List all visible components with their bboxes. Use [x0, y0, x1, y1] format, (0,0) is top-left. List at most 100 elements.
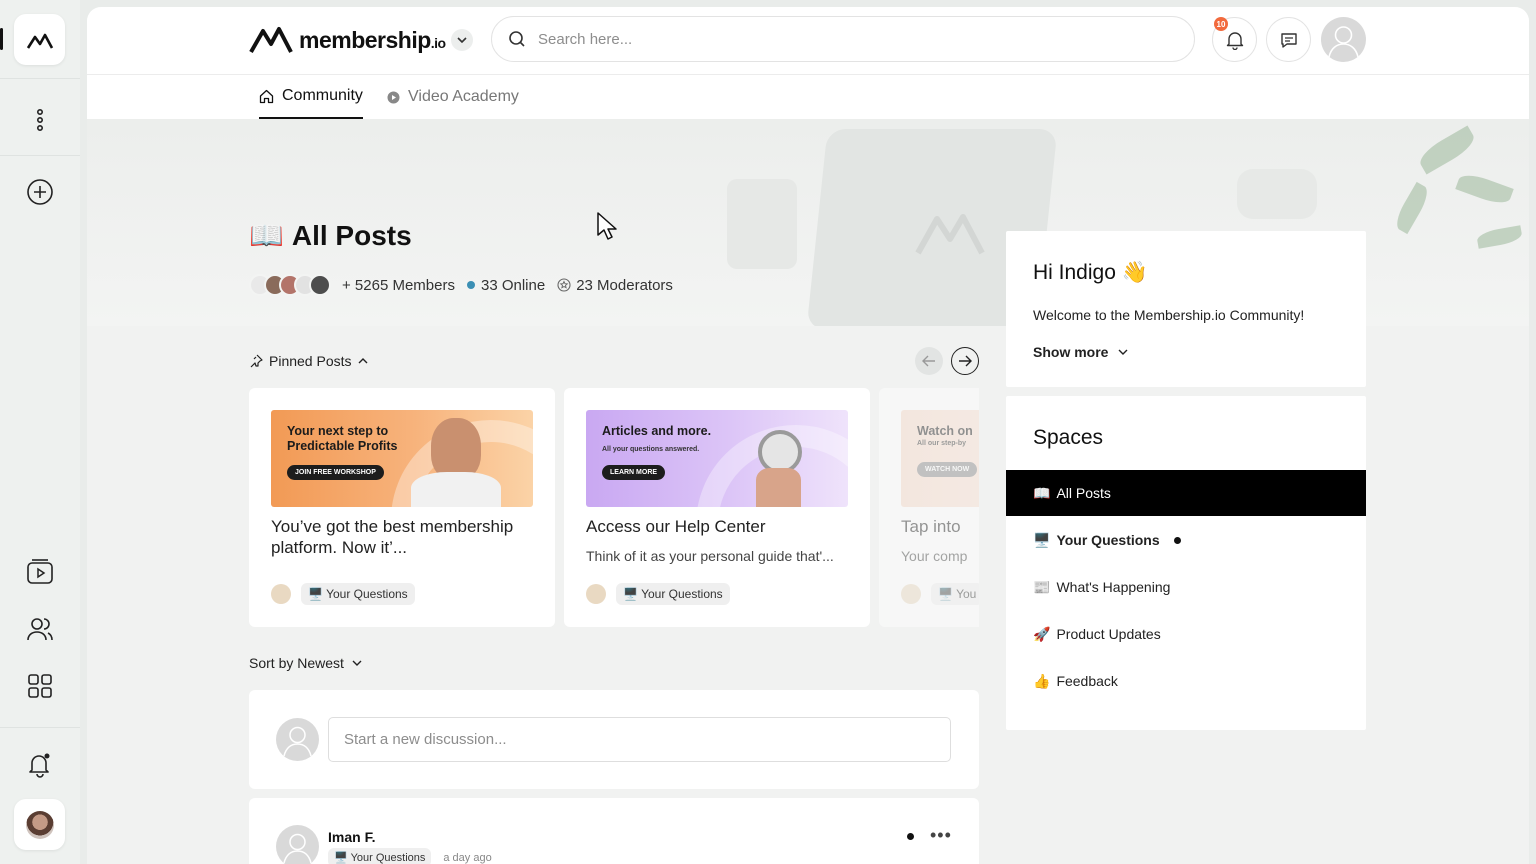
brand-name: membership.io: [299, 26, 446, 53]
author-avatar: [271, 584, 291, 604]
hero-background-shape: [1237, 169, 1317, 219]
rail-active-indicator: [0, 28, 3, 50]
greeting: Hi Indigo 👋: [1033, 261, 1148, 284]
book-icon: 📖: [249, 220, 284, 251]
banner-cta: JOIN FREE WORKSHOP: [287, 465, 384, 480]
rail-divider: [0, 727, 80, 728]
video-library-icon: [26, 558, 53, 584]
author-avatar: [901, 584, 921, 604]
welcome-card: Hi Indigo 👋 Welcome to the Membership.io…: [1006, 231, 1366, 387]
chat-icon: [1280, 32, 1297, 48]
arrow-left-icon: [922, 355, 935, 367]
rocket-icon: 🚀: [1033, 625, 1051, 642]
tab-label: Community: [282, 87, 363, 104]
plant-leaf: [1475, 225, 1524, 249]
pinned-posts-toggle[interactable]: Pinned Posts: [249, 353, 368, 369]
rail-add-button[interactable]: [14, 166, 65, 217]
tab-video-academy[interactable]: Video Academy: [387, 75, 519, 119]
users-icon: [26, 617, 53, 640]
show-more-button[interactable]: Show more: [1033, 344, 1128, 360]
main-window: membership.io 10 Community Video Academy: [87, 7, 1529, 864]
new-discussion-input[interactable]: [328, 717, 951, 762]
carousel-prev-button[interactable]: [915, 347, 943, 375]
card-footer: 🖥️ Your Questions: [271, 583, 415, 605]
welcome-message: Welcome to the Membership.io Community!: [1033, 307, 1305, 323]
post-meta: 🖥️ Your Questions a day ago: [328, 848, 492, 864]
hero-background-shape: [727, 179, 797, 269]
community-stats: + 5265 Members 33 Online 23 Moderators: [249, 274, 673, 296]
card-description: Think of it as your personal guide that'…: [586, 548, 834, 564]
rail-video-button[interactable]: [14, 546, 65, 597]
pinned-post-card[interactable]: Your next step to Predictable Profits JO…: [249, 388, 555, 627]
thumbs-up-icon: 👍: [1033, 672, 1051, 689]
members-count[interactable]: + 5265 Members: [342, 277, 455, 294]
card-banner-image: Watch on All our step-by WATCH NOW: [901, 410, 979, 507]
space-tag[interactable]: 🖥️ Your Questions: [616, 583, 730, 605]
chevron-down-icon: [457, 37, 467, 43]
tabs-bar: Community Video Academy: [87, 75, 1529, 119]
pin-icon: [250, 354, 263, 368]
brand-dropdown-button[interactable]: [451, 29, 473, 51]
mouse-cursor-icon: [597, 212, 617, 240]
space-tag[interactable]: 🖥️ Your Questions: [328, 848, 432, 864]
brand-logo[interactable]: membership.io: [249, 25, 446, 55]
card-footer: 🖥️ You: [901, 583, 979, 605]
space-item-product-updates[interactable]: 🚀 Product Updates: [1006, 611, 1366, 657]
waving-hand-icon: 👋: [1121, 261, 1148, 284]
carousel-next-button[interactable]: [951, 347, 979, 375]
notification-count-badge: 10: [1214, 17, 1228, 31]
plant-leaf: [1391, 181, 1433, 235]
post-item[interactable]: Iman F. 🖥️ Your Questions a day ago •••: [249, 798, 979, 864]
play-circle-icon: [387, 91, 400, 103]
tab-community[interactable]: Community: [259, 75, 363, 119]
user-avatar: [25, 810, 54, 839]
card-title: Access our Help Center: [586, 517, 766, 536]
card-footer: 🖥️ Your Questions: [586, 583, 730, 605]
top-bar: membership.io 10: [87, 7, 1529, 75]
space-tag[interactable]: 🖥️ Your Questions: [301, 583, 415, 605]
card-description: Your comp: [901, 548, 968, 564]
rail-divider: [0, 155, 80, 156]
post-options-button[interactable]: •••: [930, 825, 952, 846]
pinned-post-card[interactable]: Articles and more. All your questions an…: [564, 388, 870, 627]
rail-members-button[interactable]: [14, 603, 65, 654]
rail-more-button[interactable]: [14, 94, 65, 145]
bell-dot-icon: [28, 753, 49, 778]
mountain-logo-icon: [26, 33, 53, 49]
chevron-down-icon: [352, 660, 362, 666]
rail-notifications-button[interactable]: [14, 738, 65, 789]
left-rail: [0, 0, 80, 864]
profile-avatar-button[interactable]: [1321, 17, 1366, 62]
space-item-your-questions[interactable]: 🖥️ Your Questions: [1006, 517, 1366, 563]
moderators-count[interactable]: 23 Moderators: [557, 277, 673, 294]
space-item-all-posts[interactable]: 📖 All Posts: [1006, 470, 1366, 516]
messages-button[interactable]: [1266, 17, 1311, 62]
home-icon: [259, 89, 274, 103]
card-title: You’ve got the best membership platform.…: [271, 517, 514, 557]
rail-apps-button[interactable]: [14, 660, 65, 711]
bell-icon: [1226, 31, 1243, 50]
book-icon: 📖: [1033, 484, 1051, 501]
pinned-post-card[interactable]: Watch on All our step-by WATCH NOW Tap i…: [879, 388, 979, 627]
space-tag[interactable]: 🖥️ You: [931, 583, 979, 605]
search-bar[interactable]: [491, 16, 1195, 62]
plant-leaf: [1415, 125, 1479, 175]
newspaper-icon: 📰: [1033, 578, 1051, 595]
pinned-posts-carousel: Your next step to Predictable Profits JO…: [249, 388, 979, 628]
mountain-logo-icon: [249, 27, 293, 53]
online-count: 33 Online: [466, 277, 545, 294]
rail-home-logo-button[interactable]: [14, 14, 65, 65]
search-input[interactable]: [538, 30, 1138, 48]
unread-indicator: [907, 833, 914, 840]
user-placeholder-icon: [1328, 26, 1359, 58]
space-item-feedback[interactable]: 👍 Feedback: [1006, 658, 1366, 704]
sort-dropdown[interactable]: Sort by Newest: [249, 655, 362, 671]
rail-profile-button[interactable]: [14, 799, 65, 850]
chevron-up-icon: [358, 358, 367, 364]
post-author[interactable]: Iman F.: [328, 829, 375, 845]
user-placeholder-icon: [283, 833, 312, 864]
member-avatars[interactable]: [249, 274, 331, 296]
spaces-title: Spaces: [1033, 426, 1104, 449]
space-item-whats-happening[interactable]: 📰 What's Happening: [1006, 564, 1366, 610]
hero-watermark-logo-icon: [915, 214, 985, 255]
